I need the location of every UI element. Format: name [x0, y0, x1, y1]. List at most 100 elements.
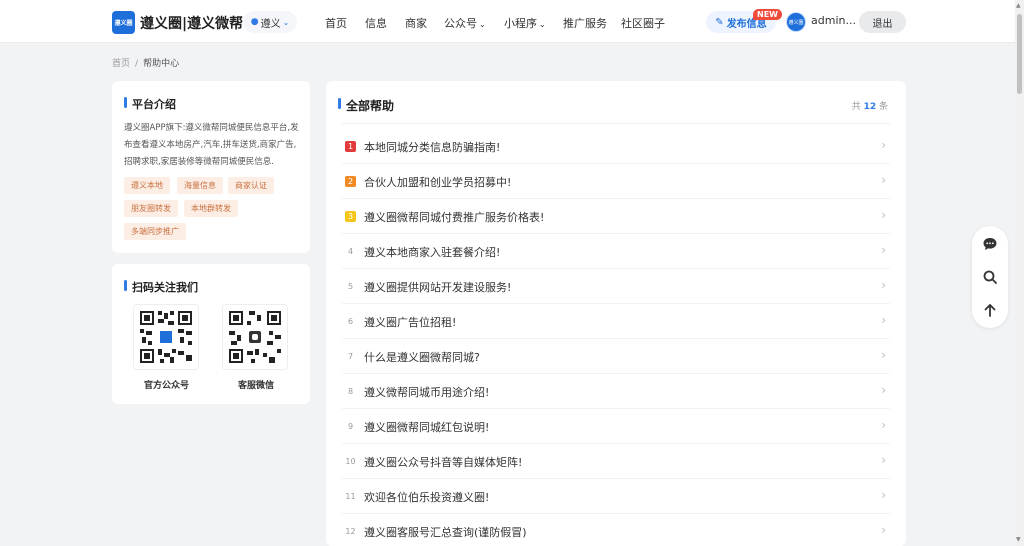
- logout-button[interactable]: 退出: [859, 11, 906, 33]
- help-item[interactable]: 12 遵义圈客服号汇总查询(谨防假冒) ›: [342, 514, 890, 546]
- rank-number: 3: [345, 211, 356, 222]
- chevron-right-icon: ›: [881, 523, 886, 537]
- nav-info[interactable]: 信息: [365, 15, 387, 31]
- help-item[interactable]: 11 欢迎各位伯乐投资遵义圈! ›: [342, 479, 890, 514]
- tag-zunyi-local[interactable]: 遵义本地: [124, 177, 170, 194]
- chevron-right-icon: ›: [881, 138, 886, 152]
- qr-label-customer-service: 客服微信: [238, 381, 275, 391]
- help-count-value: 12: [863, 102, 877, 112]
- chevron-right-icon: ›: [881, 488, 886, 502]
- chevron-down-icon: ⌄: [479, 20, 486, 29]
- help-item[interactable]: 7 什么是遵义圈微帮同城? ›: [342, 339, 890, 374]
- location-pin-icon: ●: [250, 17, 259, 27]
- divider: [342, 123, 890, 124]
- nav-mini-program[interactable]: 小程序 ⌄: [504, 15, 546, 31]
- rank-number: 5: [347, 282, 354, 291]
- rank-number: 1: [345, 141, 356, 152]
- help-item-title: 合伙人加盟和创业学员招募中!: [364, 176, 512, 189]
- new-badge: NEW: [753, 9, 782, 20]
- follow-title: 扫码关注我们: [124, 279, 198, 295]
- breadcrumb: 首页 / 帮助中心: [112, 56, 179, 69]
- help-item[interactable]: 9 遵义圈微帮同城红包说明! ›: [342, 409, 890, 444]
- help-item-title: 遵义圈提供网站开发建设服务!: [364, 281, 512, 294]
- help-item-title: 遵义圈微帮同城付费推广服务价格表!: [364, 211, 545, 224]
- scrollbar-thumb[interactable]: [1017, 14, 1022, 94]
- chat-icon[interactable]: [982, 236, 998, 252]
- search-icon[interactable]: [982, 269, 998, 285]
- nav-community[interactable]: 社区圈子: [621, 15, 665, 31]
- site-title[interactable]: 遵义圈|遵义微帮: [140, 13, 243, 33]
- scroll-down-arrow-icon[interactable]: ▼: [1016, 536, 1021, 543]
- breadcrumb-separator: /: [135, 59, 139, 69]
- rank-number: 7: [347, 352, 354, 361]
- edit-icon: ✎: [715, 16, 724, 28]
- nav-official-account[interactable]: 公众号 ⌄: [444, 15, 486, 31]
- nav-merchants[interactable]: 商家: [405, 15, 427, 31]
- help-item-title: 遵义本地商家入驻套餐介绍!: [364, 246, 501, 259]
- help-item-title: 遵义圈微帮同城红包说明!: [364, 421, 490, 434]
- scroll-up-arrow-icon[interactable]: ▲: [1016, 2, 1021, 9]
- qr-label-official-account: 官方公众号: [144, 381, 190, 391]
- tag-moments-share[interactable]: 朋友圈转发: [124, 200, 178, 217]
- rank-number: 12: [345, 527, 356, 536]
- help-item[interactable]: 3 遵义圈微帮同城付费推广服务价格表! ›: [342, 199, 890, 234]
- help-item-title: 本地同城分类信息防骗指南!: [364, 141, 501, 154]
- city-selector[interactable]: ● 遵义 ⌄: [243, 11, 297, 33]
- tag-massive-info[interactable]: 海量信息: [177, 177, 223, 194]
- help-item[interactable]: 6 遵义圈广告位招租! ›: [342, 304, 890, 339]
- rank-number: 10: [345, 457, 356, 466]
- chevron-down-icon: ⌄: [282, 17, 290, 27]
- help-item-title: 遵义圈客服号汇总查询(谨防假冒): [364, 526, 527, 539]
- rank-number: 9: [347, 422, 354, 431]
- chevron-right-icon: ›: [881, 453, 886, 467]
- chevron-right-icon: ›: [881, 348, 886, 362]
- tag-group-share[interactable]: 本地群转发: [184, 200, 238, 217]
- help-item[interactable]: 1 本地同城分类信息防骗指南! ›: [342, 129, 890, 164]
- help-count: 共 12 条: [852, 99, 888, 112]
- nav-home[interactable]: 首页: [325, 15, 347, 31]
- help-title: 全部帮助: [338, 97, 394, 114]
- help-count-prefix: 共: [851, 102, 861, 112]
- nav-official-account-label: 公众号: [444, 17, 477, 30]
- help-item-title: 欢迎各位伯乐投资遵义圈!: [364, 491, 490, 504]
- city-name: 遵义: [260, 18, 281, 30]
- intro-text: 遵义圈APP旗下:遵义微帮同城便民信息平台,发布查看遵义本地房产,汽车,拼车送货…: [124, 123, 299, 167]
- tag-merchant-cert[interactable]: 商家认证: [228, 177, 274, 194]
- qr-code-icon: [227, 309, 283, 365]
- help-item[interactable]: 8 遵义微帮同城币用途介绍! ›: [342, 374, 890, 409]
- intro-title: 平台介绍: [124, 96, 176, 112]
- help-count-suffix: 条: [878, 102, 888, 112]
- breadcrumb-home[interactable]: 首页: [112, 59, 130, 69]
- back-to-top-icon[interactable]: [982, 302, 998, 318]
- chevron-right-icon: ›: [881, 173, 886, 187]
- chevron-down-icon: ⌄: [539, 20, 546, 29]
- qr-code-official-account: [133, 304, 199, 370]
- breadcrumb-current: 帮助中心: [143, 59, 180, 69]
- nav-promotion[interactable]: 推广服务: [563, 15, 607, 31]
- qr-code-customer-service: [222, 304, 288, 370]
- tag-multi-platform[interactable]: 多端同步推广: [124, 223, 186, 240]
- rank-number: 6: [347, 317, 354, 326]
- avatar[interactable]: 遵义圈: [786, 12, 806, 32]
- top-header: 遵义圈 遵义圈|遵义微帮 ● 遵义 ⌄ 首页 信息 商家 公众号 ⌄ 小程序 ⌄ 推…: [0, 0, 1024, 43]
- rank-number: 8: [347, 387, 354, 396]
- chevron-right-icon: ›: [881, 208, 886, 222]
- rank-number: 11: [345, 492, 356, 501]
- chevron-right-icon: ›: [881, 418, 886, 432]
- help-item[interactable]: 2 合伙人加盟和创业学员招募中! ›: [342, 164, 890, 199]
- site-logo[interactable]: 遵义圈: [112, 11, 135, 34]
- help-item-title: 遵义圈广告位招租!: [364, 316, 457, 329]
- help-item-title: 遵义微帮同城币用途介绍!: [364, 386, 490, 399]
- rank-number: 2: [345, 176, 356, 187]
- chevron-right-icon: ›: [881, 243, 886, 257]
- chevron-right-icon: ›: [881, 383, 886, 397]
- help-item[interactable]: 10 遵义圈公众号抖音等自媒体矩阵! ›: [342, 444, 890, 479]
- floating-toolbar: [972, 226, 1008, 328]
- chevron-right-icon: ›: [881, 278, 886, 292]
- help-item[interactable]: 4 遵义本地商家入驻套餐介绍! ›: [342, 234, 890, 269]
- username[interactable]: admin...: [811, 14, 856, 27]
- help-item-title: 遵义圈公众号抖音等自媒体矩阵!: [364, 456, 523, 469]
- help-item-title: 什么是遵义圈微帮同城?: [364, 351, 480, 364]
- help-item[interactable]: 5 遵义圈提供网站开发建设服务! ›: [342, 269, 890, 304]
- help-list-card: 全部帮助 共 12 条 1 本地同城分类信息防骗指南! › 2 合伙人加盟和创业学员招…: [326, 81, 906, 546]
